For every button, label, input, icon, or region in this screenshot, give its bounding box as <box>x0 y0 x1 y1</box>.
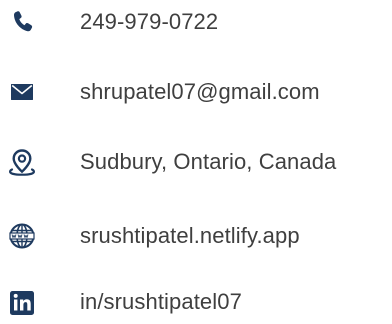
contact-item-website: srushtipatel.netlify.app <box>0 214 392 258</box>
contact-item-location: Sudbury, Ontario, Canada <box>0 140 392 184</box>
linkedin-icon <box>8 288 36 316</box>
contact-website-link[interactable]: srushtipatel.netlify.app <box>80 214 300 258</box>
contact-item-linkedin: in/srushtipatel07 <box>0 280 392 324</box>
contact-linkedin-link[interactable]: in/srushtipatel07 <box>80 280 242 324</box>
location-pin-icon <box>8 148 36 176</box>
globe-www-icon <box>8 222 36 250</box>
phone-icon <box>8 8 36 36</box>
contact-email-link[interactable]: shrupatel07@gmail.com <box>80 70 320 114</box>
mail-icon <box>8 78 36 106</box>
contact-phone-text[interactable]: 249-979-0722 <box>80 0 218 44</box>
contact-item-email: shrupatel07@gmail.com <box>0 70 392 114</box>
contact-item-phone: 249-979-0722 <box>0 0 392 44</box>
contact-location-text: Sudbury, Ontario, Canada <box>80 149 337 174</box>
